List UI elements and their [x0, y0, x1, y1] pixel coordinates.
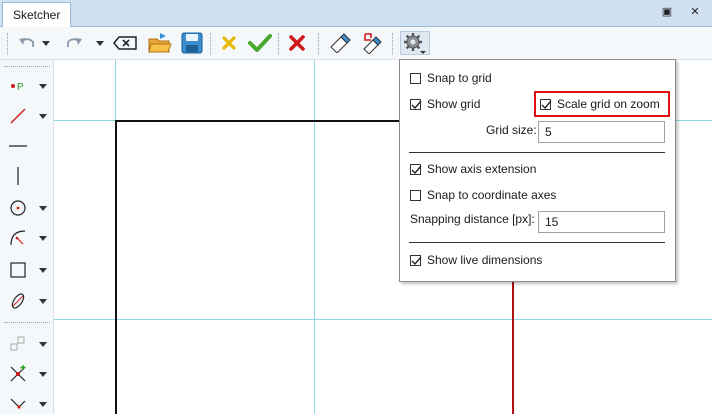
chevron-down-icon[interactable] — [38, 74, 48, 98]
toolbar-separator — [4, 322, 50, 325]
perpendicular-tool[interactable] — [6, 392, 52, 416]
line-icon — [6, 104, 30, 128]
chevron-down-icon[interactable] — [38, 258, 48, 282]
show-live-dimensions-label: Show live dimensions — [427, 253, 543, 267]
scale-grid-on-zoom-label: Scale grid on zoom — [557, 97, 660, 111]
horizontal-line-icon — [6, 134, 30, 158]
show-grid-option[interactable]: Show grid — [410, 95, 480, 113]
open-folder-icon[interactable] — [146, 31, 174, 55]
grid-settings-popup: Snap to grid Show grid Scale grid on zoo… — [399, 59, 676, 282]
show-axis-extension-checkbox[interactable] — [410, 163, 422, 175]
snap-to-coordinate-axes-option[interactable]: Snap to coordinate axes — [410, 186, 556, 204]
snap-to-grid-label: Snap to grid — [427, 71, 492, 85]
checkmark-icon — [541, 100, 552, 109]
grid-size-label: Grid size: — [486, 123, 537, 137]
checkmark-icon — [411, 165, 422, 174]
circle-tool[interactable] — [6, 196, 52, 220]
scale-grid-on-zoom-checkbox[interactable] — [540, 98, 552, 110]
snap-to-coordinate-axes-checkbox[interactable] — [410, 189, 421, 201]
left-toolbar: P — [0, 60, 54, 414]
snapping-distance-input[interactable]: 15 — [538, 211, 665, 233]
cancel-x-icon[interactable] — [216, 31, 242, 55]
toolbar-separator — [210, 33, 213, 55]
intersection-tool[interactable] — [6, 362, 52, 386]
confirm-check-icon[interactable] — [246, 31, 274, 55]
snap-to-grid-option[interactable]: Snap to grid — [410, 69, 492, 87]
svg-text:P: P — [17, 82, 24, 93]
close-icon[interactable]: ✕ — [688, 5, 702, 19]
undo-icon[interactable] — [14, 31, 40, 55]
divider — [409, 152, 665, 153]
point-tool[interactable]: P — [6, 74, 52, 98]
show-axis-extension-label: Show axis extension — [427, 162, 537, 176]
edit-clear-icon[interactable] — [358, 31, 386, 55]
show-live-dimensions-option[interactable]: Show live dimensions — [410, 251, 542, 269]
show-grid-label: Show grid — [427, 97, 481, 111]
chevron-down-icon[interactable] — [38, 226, 48, 250]
eraser-icon[interactable] — [326, 31, 354, 55]
snap-to-grid-checkbox[interactable] — [410, 72, 421, 84]
backspace-icon[interactable] — [110, 31, 140, 55]
redo-icon[interactable] — [62, 31, 86, 55]
checkmark-icon — [411, 100, 422, 109]
constraint-icon — [6, 332, 30, 356]
horizontal-line-tool[interactable] — [6, 134, 52, 158]
intersection-icon — [6, 362, 30, 386]
ellipse-icon — [6, 289, 30, 313]
circle-icon — [6, 196, 30, 220]
vertical-line-icon — [6, 164, 30, 188]
sketcher-tab[interactable]: Sketcher — [2, 2, 72, 27]
arc-tool[interactable] — [6, 226, 52, 250]
toolbar-separator — [7, 33, 10, 55]
undo-dropdown-icon[interactable] — [40, 31, 52, 55]
snap-to-coordinate-axes-label: Snap to coordinate axes — [427, 188, 557, 202]
arc-icon — [6, 226, 30, 250]
main-toolbar — [0, 27, 712, 60]
point-icon: P — [6, 74, 30, 98]
divider — [409, 242, 665, 243]
redo-dropdown-icon[interactable] — [94, 31, 106, 55]
title-bar: Sketcher ▣ ✕ — [0, 0, 712, 27]
chevron-down-icon[interactable] — [38, 104, 48, 128]
ellipse-tool[interactable] — [6, 289, 52, 313]
chevron-down-icon[interactable] — [38, 332, 48, 356]
show-axis-extension-option[interactable]: Show axis extension — [410, 160, 536, 178]
toolbar-separator — [318, 33, 321, 55]
toolbar-separator — [392, 33, 395, 55]
rectangle-icon — [6, 258, 30, 282]
chevron-down-icon[interactable] — [38, 392, 48, 416]
save-icon[interactable] — [178, 31, 206, 55]
vertical-line-tool[interactable] — [6, 164, 52, 188]
rectangle-edge — [115, 120, 400, 414]
line-tool[interactable] — [6, 104, 52, 128]
restore-icon[interactable]: ▣ — [660, 5, 674, 19]
scale-grid-on-zoom-option[interactable]: Scale grid on zoom — [540, 95, 660, 113]
chevron-down-icon[interactable] — [38, 362, 48, 386]
toolbar-separator — [278, 33, 281, 55]
delete-x-icon[interactable] — [284, 31, 310, 55]
constraint-tool[interactable] — [6, 332, 52, 356]
grid-size-input[interactable]: 5 — [538, 121, 665, 143]
chevron-down-icon[interactable] — [38, 196, 48, 220]
toolbar-separator — [4, 66, 50, 69]
settings-gear-icon[interactable] — [400, 31, 430, 55]
show-live-dimensions-checkbox[interactable] — [410, 254, 422, 266]
perpendicular-icon — [6, 392, 30, 416]
checkmark-icon — [411, 256, 422, 265]
rectangle-tool[interactable] — [6, 258, 52, 282]
show-grid-checkbox[interactable] — [410, 98, 422, 110]
snapping-distance-label: Snapping distance [px]: — [410, 212, 535, 226]
chevron-down-icon[interactable] — [38, 289, 48, 313]
